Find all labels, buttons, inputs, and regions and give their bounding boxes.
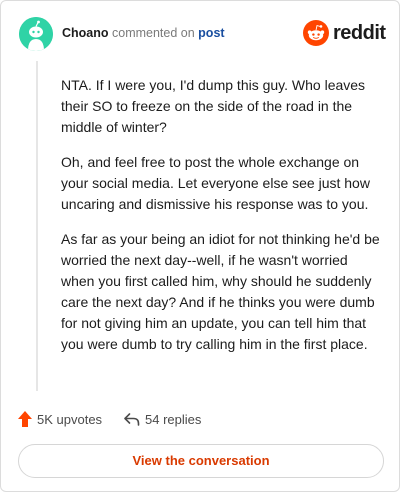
reddit-wordmark: reddit (333, 22, 386, 44)
embedded-comment-card: Choano commented on post reddit NTA. If … (0, 0, 400, 492)
comment-meta: Choano commented on post (62, 26, 225, 40)
comment-paragraph: Oh, and feel free to post the whole exch… (61, 154, 370, 212)
reddit-logo-icon (303, 20, 329, 46)
replies-label: 54 replies (145, 412, 202, 427)
comment-body: NTA. If I were you, I'd dump this guy. W… (61, 75, 381, 369)
username[interactable]: Choano (62, 26, 109, 40)
view-conversation-button[interactable]: View the conversation (18, 444, 384, 478)
upvote-arrow-icon (18, 411, 32, 427)
post-link[interactable]: post (198, 26, 224, 40)
snoo-avatar-icon[interactable] (19, 17, 53, 51)
reddit-brand[interactable]: reddit (303, 19, 386, 47)
replies-button[interactable]: 54 replies (123, 409, 223, 431)
upvotes-label: 5K upvotes (37, 412, 103, 427)
thread-line (36, 61, 38, 391)
upvotes-button[interactable]: 5K upvotes (17, 409, 117, 431)
reply-arrow-icon (124, 413, 140, 426)
comment-header: Choano commented on post reddit (19, 17, 386, 51)
commented-on-text: commented on (108, 26, 199, 40)
comment-paragraph: As far as your being an idiot for not th… (61, 231, 380, 352)
comment-paragraph: NTA. If I were you, I'd dump this guy. W… (61, 77, 366, 135)
comment-actions: 5K upvotes 54 replies (17, 409, 377, 431)
